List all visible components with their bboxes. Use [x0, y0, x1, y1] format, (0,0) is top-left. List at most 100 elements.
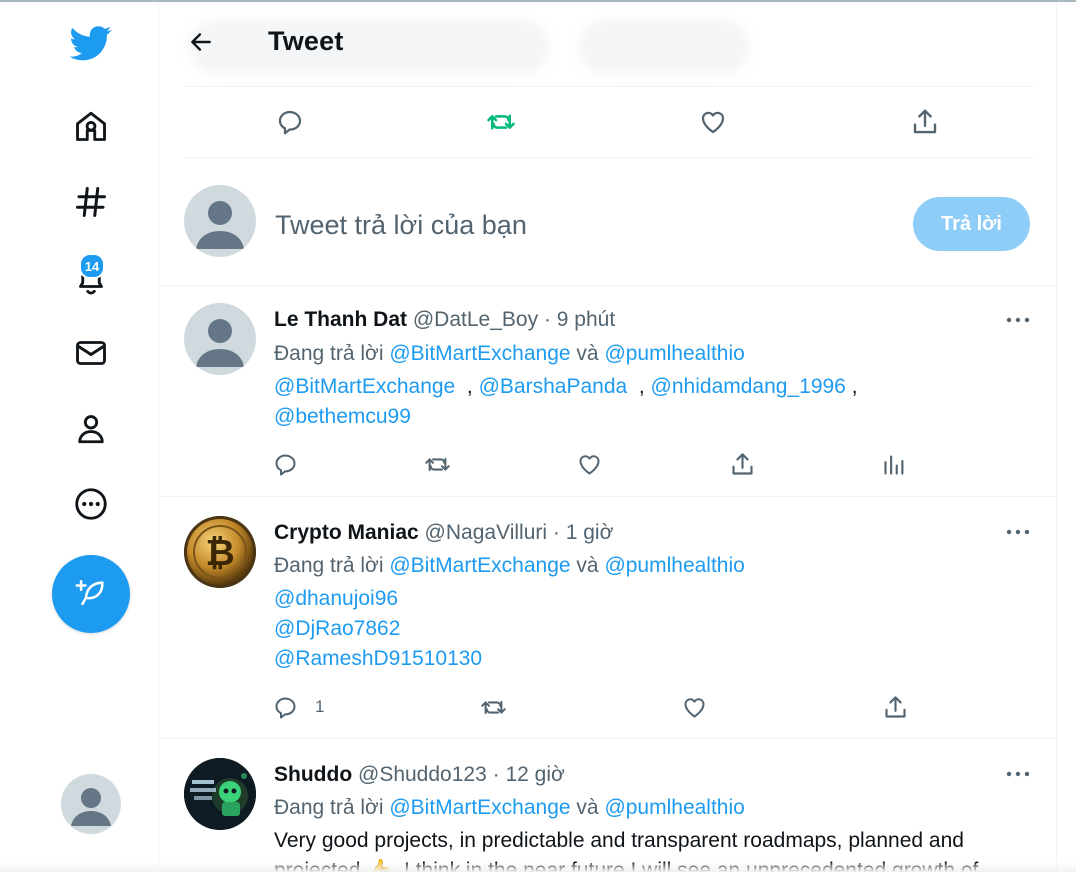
- tweet-avatar[interactable]: [184, 303, 256, 375]
- page-title: Tweet: [268, 26, 344, 56]
- sidebar: 14: [0, 2, 158, 872]
- separator-dot: ·: [552, 521, 560, 544]
- share-button[interactable]: [882, 689, 909, 725]
- separator-dot: ·: [543, 308, 551, 331]
- mention-link[interactable]: @BitMartExchange: [389, 796, 570, 819]
- mention-link[interactable]: @RameshD91510130: [274, 647, 482, 670]
- reply-icon: [275, 696, 296, 719]
- home-icon[interactable]: [70, 105, 112, 147]
- retweet-button[interactable]: [481, 102, 521, 142]
- tweet-text: @RameshD91510130: [274, 647, 482, 671]
- notification-badge: 14: [79, 253, 105, 279]
- mention-link[interactable]: @pumlhealthio: [604, 342, 744, 365]
- more-options-button[interactable]: [1001, 521, 1035, 543]
- tweet-avatar[interactable]: [184, 758, 256, 830]
- display-name[interactable]: Shuddo: [274, 763, 352, 786]
- mention-link[interactable]: @BitMartExchange: [389, 554, 570, 577]
- more-options-button[interactable]: [1001, 763, 1035, 785]
- replying-to-line: Đang trả lời @BitMartExchange và @pumlhe…: [274, 796, 745, 820]
- like-icon: [579, 454, 600, 475]
- tweet-action-bar: 1: [272, 689, 912, 725]
- reply-tweet[interactable]: Le Thanh Dat @DatLe_Boy · 9 phút Đang tr…: [159, 286, 1056, 496]
- mention-link[interactable]: @BitMartExchange: [389, 342, 570, 365]
- more-circle-icon[interactable]: [70, 483, 112, 525]
- replying-and: và: [576, 342, 599, 365]
- tweet-header: Le Thanh Dat @DatLe_Boy · 9 phút: [274, 308, 615, 332]
- profile-icon[interactable]: [70, 408, 112, 450]
- ellipsis-icon: [1006, 771, 1030, 777]
- user-handle[interactable]: @DatLe_Boy: [413, 308, 538, 331]
- retweet-icon: [487, 114, 515, 130]
- reply-button[interactable]: [272, 446, 299, 482]
- reply-tweet[interactable]: Shuddo @Shuddo123 · 12 giờ Đang trả lời …: [159, 739, 1056, 872]
- feather-plus-icon: [75, 579, 104, 606]
- page-header: Tweet: [159, 2, 1056, 86]
- like-icon: [684, 697, 705, 718]
- retweet-button[interactable]: [424, 446, 451, 482]
- mail-icon[interactable]: [70, 332, 112, 374]
- display-name[interactable]: Crypto Maniac: [274, 521, 419, 544]
- share-icon: [885, 695, 906, 718]
- retweet-icon: [425, 457, 450, 471]
- reply-input[interactable]: [275, 205, 875, 245]
- account-avatar[interactable]: [61, 774, 121, 834]
- like-button[interactable]: [681, 689, 708, 725]
- share-button[interactable]: [729, 446, 756, 482]
- like-button[interactable]: [576, 446, 603, 482]
- arrow-left-icon: [191, 33, 211, 51]
- tweet-action-bar: [272, 446, 912, 482]
- mention-link[interactable]: @pumlhealthio: [604, 554, 744, 577]
- replying-to-line: Đang trả lời @BitMartExchange và @pumlhe…: [274, 342, 745, 366]
- share-icon: [732, 452, 753, 475]
- mention-link[interactable]: @nhidamdang_1996: [651, 375, 846, 398]
- nft-avatar-image: [184, 758, 256, 830]
- compose-tweet-button[interactable]: [52, 555, 130, 633]
- tweet-header: Crypto Maniac @NagaVilluri · 1 giờ: [274, 521, 613, 545]
- ellipsis-icon: [1006, 317, 1030, 323]
- reply-button[interactable]: [270, 102, 310, 142]
- reply-tweet[interactable]: ₿ Crypto Maniac @NagaVilluri · 1 giờ Đan…: [159, 497, 1056, 737]
- replying-and: và: [576, 796, 599, 819]
- replying-to-line: Đang trả lời @BitMartExchange và @pumlhe…: [274, 554, 745, 578]
- tweet-text: @DjRao7862: [274, 617, 400, 641]
- share-button[interactable]: [905, 102, 945, 142]
- svg-text:₿: ₿: [205, 533, 234, 574]
- bottom-fade: [0, 863, 1076, 872]
- retweet-icon: [481, 700, 506, 714]
- mention-link[interactable]: @DjRao7862: [274, 617, 400, 640]
- mention-link[interactable]: @BarshaPanda: [479, 375, 628, 398]
- analytics-button[interactable]: [881, 446, 908, 482]
- reply-submit-button[interactable]: Trả lời: [913, 197, 1030, 251]
- comma: ,: [638, 375, 645, 398]
- mention-link[interactable]: @dhanujoi96: [274, 587, 398, 610]
- mention-link[interactable]: @bethemcu99: [274, 405, 411, 428]
- main-column: Tweet Trả lời Le Thanh Dat @DatLe_Boy ·: [158, 2, 1057, 872]
- user-handle[interactable]: @NagaVilluri: [425, 521, 547, 544]
- hashtag-icon[interactable]: [70, 181, 112, 223]
- back-button[interactable]: [183, 24, 219, 60]
- more-options-button[interactable]: [1001, 309, 1035, 331]
- mention-link[interactable]: @BitMartExchange: [274, 375, 455, 398]
- like-button[interactable]: [693, 102, 733, 142]
- tweet-time[interactable]: 12 giờ: [505, 763, 564, 786]
- tweet-avatar[interactable]: ₿: [184, 516, 256, 588]
- ellipsis-icon: [1006, 529, 1030, 535]
- user-handle[interactable]: @Shuddo123: [358, 763, 487, 786]
- divider: [185, 157, 1033, 158]
- composer-avatar: [184, 185, 256, 257]
- display-name[interactable]: Le Thanh Dat: [274, 308, 407, 331]
- like-icon: [701, 111, 725, 134]
- twitter-logo-icon[interactable]: [70, 22, 112, 64]
- tweet-text: @bethemcu99: [274, 405, 411, 429]
- tweet-header: Shuddo @Shuddo123 · 12 giờ: [274, 763, 565, 787]
- tweet-time[interactable]: 1 giờ: [566, 521, 614, 544]
- reply-icon: [278, 110, 302, 135]
- tweet-time[interactable]: 9 phút: [557, 308, 615, 331]
- mention-link[interactable]: @pumlhealthio: [604, 796, 744, 819]
- share-icon: [913, 109, 937, 134]
- reply-button[interactable]: 1: [272, 689, 324, 725]
- retweet-button[interactable]: [480, 689, 507, 725]
- header-blurred-backdrop: [579, 20, 749, 74]
- tweet-text: Very good projects, in predictable and t…: [274, 829, 964, 852]
- header-blurred-backdrop: [189, 20, 549, 74]
